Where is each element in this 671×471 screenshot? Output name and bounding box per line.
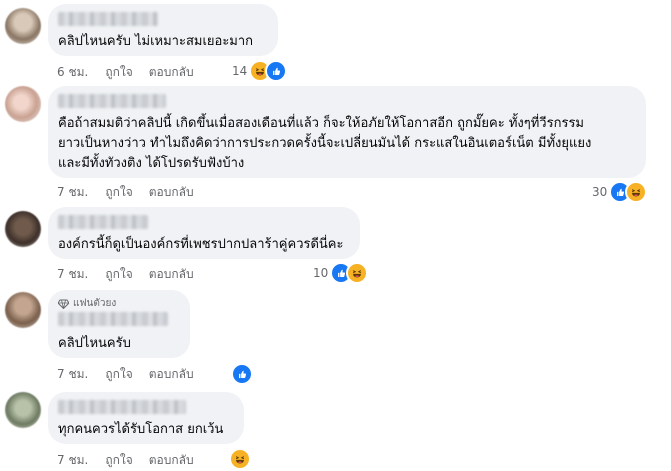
comment-text-line: คือถ้าสมมติว่าคลิปนี้ เกิดขึ้นเมื่อสองเด… <box>58 116 584 131</box>
reaction-summary[interactable] <box>231 363 253 385</box>
comment-text-line: ยาวเป็นหางว่าว ทำไมถึงคิดว่าการประกวดครั… <box>58 136 592 151</box>
comment-bubble: คลิปไหนครับ ไม่เหมาะสมเยอะมาก <box>48 4 278 56</box>
comment-bubble: ทุกคนควรได้รับโอกาส ยกเว้น <box>48 392 244 444</box>
reaction-count: 10 <box>313 266 329 280</box>
avatar[interactable] <box>5 292 41 328</box>
reply-button[interactable]: ตอบกลับ <box>149 183 194 202</box>
avatar[interactable] <box>5 211 41 247</box>
reaction-count: 30 <box>592 185 608 199</box>
like-button[interactable]: ถูกใจ <box>105 451 132 470</box>
badge-label: แฟนตัวยง <box>73 298 117 309</box>
comment-bubble: คือถ้าสมมติว่าคลิปนี้ เกิดขึ้นเมื่อสองเด… <box>48 86 646 178</box>
author-name[interactable] <box>58 12 158 26</box>
author-name[interactable] <box>58 312 168 326</box>
comment-text: คลิปไหนครับ ไม่เหมาะสมเยอะมาก <box>58 34 254 49</box>
like-icon <box>231 363 253 385</box>
reaction-summary[interactable]: 10 <box>313 262 369 284</box>
like-button[interactable]: ถูกใจ <box>105 183 132 202</box>
reply-button[interactable]: ตอบกลับ <box>149 451 194 470</box>
comment-text: ทุกคนควรได้รับโอกาส ยกเว้น <box>58 422 224 437</box>
comment-bubble: แฟนตัวยง คลิปไหนครับ <box>48 290 190 358</box>
comment-bubble: องค์กรนี้ก็ดูเป็นองค์กรที่เพชรปากปลาร้าค… <box>48 207 360 259</box>
haha-icon <box>229 448 251 470</box>
avatar[interactable] <box>5 392 41 428</box>
reaction-summary[interactable] <box>229 448 251 470</box>
comment-time[interactable]: 7 ชม. <box>57 365 88 384</box>
avatar[interactable] <box>5 8 41 44</box>
reply-button[interactable]: ตอบกลับ <box>149 265 194 284</box>
haha-icon <box>625 181 648 203</box>
reply-button[interactable]: ตอบกลับ <box>149 365 194 384</box>
top-fan-badge: แฟนตัวยง <box>58 296 116 311</box>
comment-actions: 7 ชม. ถูกใจ ตอบกลับ <box>57 452 194 468</box>
comment-time[interactable]: 7 ชม. <box>57 183 88 202</box>
reaction-summary[interactable]: 14 <box>232 60 288 82</box>
reaction-summary[interactable]: 30 <box>592 181 648 203</box>
reply-button[interactable]: ตอบกลับ <box>149 63 194 82</box>
like-button[interactable]: ถูกใจ <box>105 265 132 284</box>
author-name[interactable] <box>58 400 186 414</box>
author-name[interactable] <box>58 94 166 108</box>
comment-time[interactable]: 6 ชม. <box>57 63 88 82</box>
comment-time[interactable]: 7 ชม. <box>57 265 88 284</box>
comment-actions: 7 ชม. ถูกใจ ตอบกลับ <box>57 366 194 382</box>
diamond-icon <box>58 299 69 309</box>
comment-actions: 7 ชม. ถูกใจ ตอบกลับ <box>57 184 194 200</box>
comment-text: องค์กรนี้ก็ดูเป็นองค์กรที่เพชรปากปลาร้าค… <box>58 237 344 252</box>
author-name[interactable] <box>58 215 148 229</box>
comment-time[interactable]: 7 ชม. <box>57 451 88 470</box>
reaction-count: 14 <box>232 64 248 78</box>
comment-text: คลิปไหนครับ <box>58 336 131 351</box>
like-icon <box>265 60 288 82</box>
like-button[interactable]: ถูกใจ <box>105 63 132 82</box>
avatar[interactable] <box>5 86 41 122</box>
comment-text-line: และมีทั้งทัวงติง ได้โปรดรับฟังบ้าง <box>58 156 245 171</box>
like-button[interactable]: ถูกใจ <box>105 365 132 384</box>
comment-actions: 7 ชม. ถูกใจ ตอบกลับ <box>57 266 194 282</box>
haha-icon <box>346 262 369 284</box>
comment-actions: 6 ชม. ถูกใจ ตอบกลับ <box>57 64 194 80</box>
